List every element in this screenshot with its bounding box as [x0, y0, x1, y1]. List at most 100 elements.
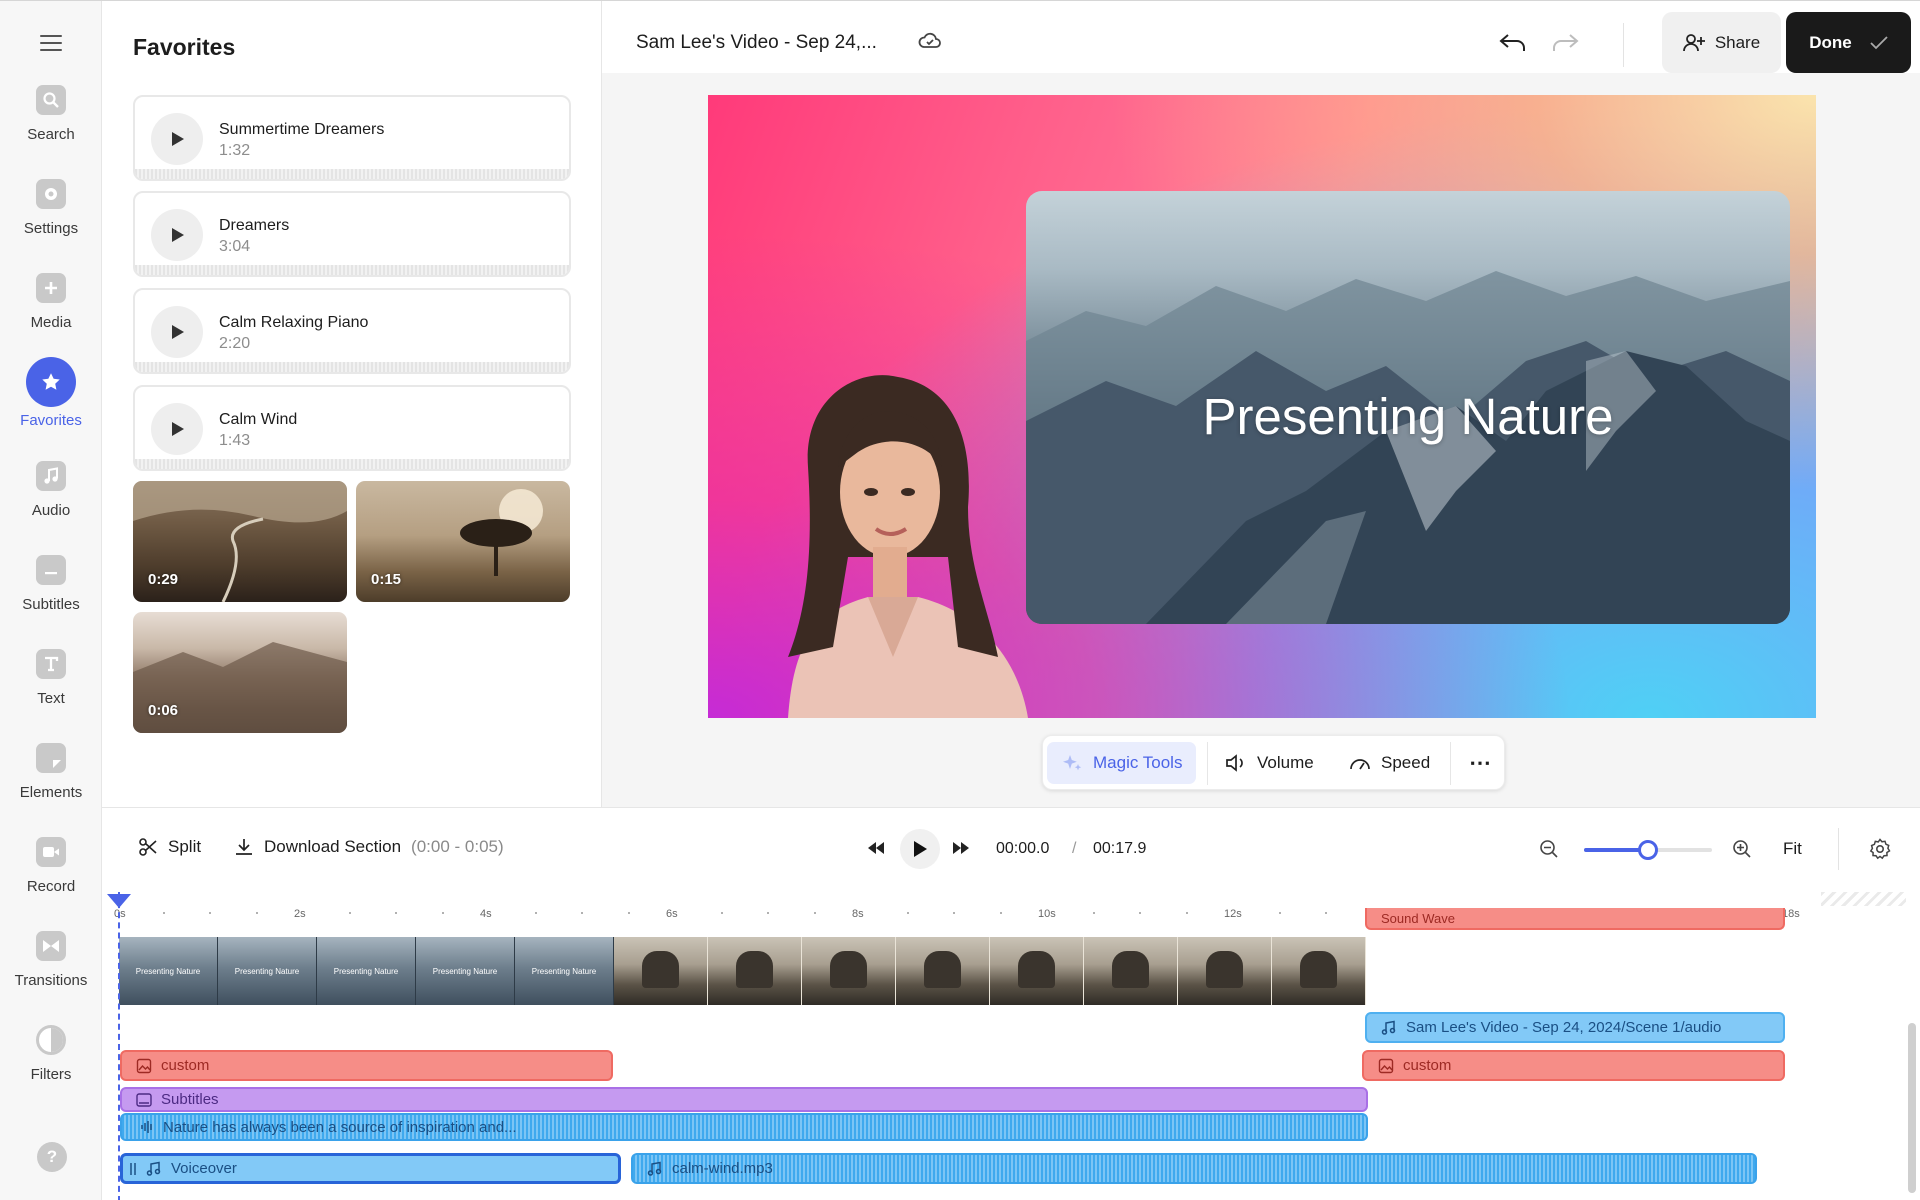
- ruler-tick: [953, 912, 955, 914]
- sidebar-item-label: Record: [26, 878, 76, 895]
- share-button[interactable]: Share: [1662, 12, 1781, 73]
- sidebar-item-favorites[interactable]: Favorites: [0, 357, 102, 457]
- rewind-icon[interactable]: [866, 839, 886, 857]
- video-thumbnail[interactable]: 0:29: [133, 481, 347, 602]
- audio-track-card[interactable]: Summertime Dreamers 1:32: [133, 95, 571, 181]
- star-icon: [26, 357, 76, 407]
- ruler-tick: [1185, 912, 1188, 914]
- more-options-icon[interactable]: ⋯: [1455, 742, 1505, 784]
- sidebar-item-label: Settings: [23, 220, 79, 237]
- fit-button[interactable]: Fit: [1783, 839, 1802, 859]
- sidebar-item-audio[interactable]: Audio: [0, 461, 102, 551]
- play-icon[interactable]: [151, 113, 203, 165]
- sidebar-item-subtitles[interactable]: Subtitles: [0, 555, 102, 645]
- speed-button[interactable]: Speed: [1335, 742, 1444, 784]
- sidebar-item-transitions[interactable]: Transitions: [0, 931, 102, 1021]
- split-button[interactable]: Split: [138, 837, 201, 857]
- audio-track-card[interactable]: Calm Relaxing Piano 2:20: [133, 288, 571, 374]
- ruler-tick: [906, 912, 909, 914]
- video-frame: Presenting Nature: [119, 937, 218, 1005]
- slide-image[interactable]: Presenting Nature: [1026, 191, 1790, 624]
- zoom-out-icon[interactable]: [1539, 839, 1559, 859]
- custom-image-clip[interactable]: custom: [1362, 1050, 1785, 1081]
- menu-icon[interactable]: [40, 35, 62, 51]
- slide-title: Presenting Nature: [1202, 388, 1614, 445]
- volume-label: Volume: [1257, 753, 1314, 772]
- play-icon[interactable]: [151, 403, 203, 455]
- subtitles-clip[interactable]: Subtitles: [120, 1087, 1368, 1112]
- video-frame: Presenting Nature: [218, 937, 317, 1005]
- download-icon: [236, 839, 252, 855]
- download-section-button[interactable]: Download Section (0:00 - 0:05): [234, 837, 504, 857]
- track-duration: 1:43: [219, 432, 251, 449]
- sidebar-item-record[interactable]: Record: [0, 837, 102, 927]
- sidebar-item-text[interactable]: Text: [0, 649, 102, 739]
- ruler-tick-label: 4s: [480, 908, 492, 920]
- add-user-icon: [1682, 33, 1705, 51]
- ruler-tick: [720, 912, 723, 914]
- magic-tools-button[interactable]: Magic Tools: [1047, 742, 1197, 784]
- sidebar-item-settings[interactable]: Settings: [0, 179, 102, 269]
- video-track[interactable]: Presenting Nature Presenting Nature Pres…: [119, 937, 1367, 1005]
- speed-label: Speed: [1381, 753, 1431, 772]
- fast-forward-icon[interactable]: [951, 839, 971, 857]
- music-note-icon: [647, 1161, 662, 1176]
- play-icon[interactable]: [151, 209, 203, 261]
- voiceover-clip[interactable]: Voiceover: [120, 1153, 621, 1184]
- cloud-saved-icon: [918, 32, 941, 48]
- playhead-handle[interactable]: [107, 894, 131, 908]
- zoom-slider-handle[interactable]: [1638, 840, 1658, 860]
- sidebar-item-filters[interactable]: Filters: [0, 1025, 102, 1115]
- frame-caption: Presenting Nature: [135, 967, 201, 976]
- video-frame: [1084, 937, 1178, 1005]
- subtitle-audio-clip[interactable]: Nature has always been a source of inspi…: [120, 1113, 1368, 1141]
- transitions-icon: [36, 931, 66, 961]
- ruler-tick: [209, 912, 211, 914]
- audio-track-card[interactable]: Calm Wind 1:43: [133, 385, 571, 471]
- divider: [1207, 742, 1208, 785]
- sidebar-item-label: Transitions: [14, 972, 88, 989]
- ruler-tick: [627, 912, 630, 914]
- music-clip[interactable]: calm-wind.mp3: [631, 1153, 1757, 1184]
- timeline-scrollbar[interactable]: [1908, 1023, 1916, 1193]
- sidebar-item-search[interactable]: Search: [0, 85, 102, 175]
- speedometer-icon: [1350, 759, 1370, 770]
- project-title[interactable]: Sam Lee's Video - Sep 24,...: [636, 32, 877, 54]
- clip-label: Nature has always been a source of inspi…: [163, 1118, 517, 1136]
- waveform-icon: [141, 1121, 152, 1133]
- video-thumbnail[interactable]: 0:06: [133, 612, 347, 733]
- video-frame: [1178, 937, 1272, 1005]
- clip-label: custom: [1403, 1057, 1452, 1074]
- video-thumbnail[interactable]: 0:15: [356, 481, 570, 602]
- done-button[interactable]: Done: [1786, 12, 1911, 73]
- video-canvas[interactable]: Presenting Nature: [708, 95, 1816, 718]
- custom-image-clip[interactable]: custom: [120, 1050, 613, 1081]
- sound-wave-clip[interactable]: Sound Wave: [1365, 908, 1785, 930]
- zoom-slider[interactable]: [1584, 840, 1712, 860]
- gear-icon[interactable]: [1869, 838, 1891, 860]
- ruler-tick: [395, 912, 397, 914]
- play-icon[interactable]: [151, 306, 203, 358]
- sidebar-item-label: Media: [30, 314, 72, 331]
- sidebar-item-label: Favorites: [20, 412, 82, 429]
- track-name: Dreamers: [219, 217, 290, 234]
- divider: [1623, 23, 1624, 67]
- settings-icon: [36, 179, 66, 209]
- track-duration: 3:04: [219, 238, 251, 255]
- zoom-in-icon[interactable]: [1732, 839, 1752, 859]
- video-duration: 0:06: [148, 702, 179, 719]
- audio-track-card[interactable]: Dreamers 3:04: [133, 191, 571, 277]
- playhead[interactable]: [107, 892, 131, 1200]
- play-button[interactable]: [900, 829, 940, 869]
- sidebar-item-elements[interactable]: Elements: [0, 743, 102, 833]
- sidebar-item-media[interactable]: Media: [0, 273, 102, 363]
- video-frame: [708, 937, 802, 1005]
- text-icon: [36, 649, 66, 679]
- drag-handle-icon[interactable]: [129, 1161, 137, 1177]
- help-icon[interactable]: ?: [37, 1142, 67, 1172]
- volume-button[interactable]: Volume: [1211, 742, 1328, 784]
- scene-audio-clip[interactable]: Sam Lee's Video - Sep 24, 2024/Scene 1/a…: [1365, 1012, 1785, 1043]
- presenter-avatar[interactable]: [718, 357, 1048, 718]
- undo-icon[interactable]: [1498, 31, 1528, 55]
- redo-icon[interactable]: [1550, 31, 1580, 55]
